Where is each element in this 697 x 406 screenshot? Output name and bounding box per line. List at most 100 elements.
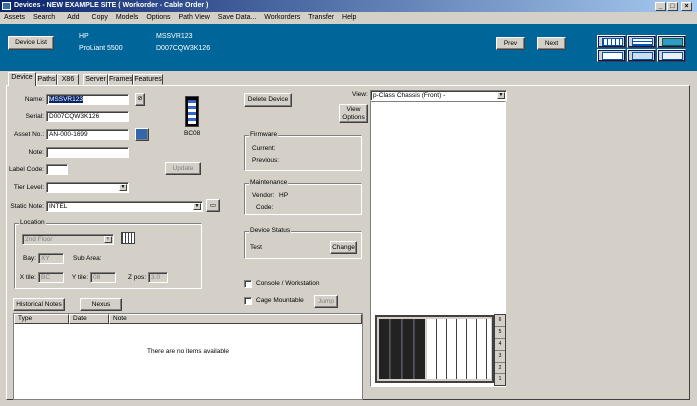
empty-slots[interactable]	[427, 319, 491, 379]
z-pos-input[interactable]: 3.0	[148, 272, 168, 283]
manufacturer-text: HP	[79, 33, 89, 40]
chassis-view	[370, 101, 506, 387]
status-value: Test	[250, 244, 262, 251]
firmware-group: Firmware	[244, 131, 362, 171]
menu-search[interactable]: Search	[33, 14, 55, 21]
chevron-down-icon[interactable]: ▼	[193, 203, 201, 210]
code-label: Code:	[256, 204, 274, 211]
report-icon[interactable]	[657, 49, 686, 62]
view-select[interactable]: p-Class Chassis (Front) - ▼	[370, 90, 507, 101]
y-tile-input[interactable]: 08	[90, 272, 116, 283]
minimize-button[interactable]: _	[655, 2, 666, 11]
static-note-label: Static Note:	[10, 203, 44, 210]
slot-number[interactable]: 5	[495, 327, 505, 339]
menu-transfer[interactable]: Transfer	[308, 14, 334, 21]
note-label: Note:	[28, 149, 44, 156]
label-code-label: Label Code:	[8, 166, 44, 173]
serial-label: Serial:	[25, 113, 44, 120]
bay-input[interactable]: XY	[38, 253, 64, 264]
tab-device[interactable]: Device	[8, 72, 36, 86]
x-tile-input[interactable]: BC	[38, 272, 64, 283]
delete-device-button[interactable]: Delete Device	[244, 93, 292, 107]
tab-paths[interactable]: Paths	[36, 74, 57, 85]
column-type[interactable]: Type	[14, 314, 69, 324]
maximize-button[interactable]: □	[667, 2, 678, 11]
barcode-icon[interactable]	[135, 128, 149, 141]
current-label: Current:	[252, 145, 276, 152]
console-checkbox[interactable]	[244, 280, 252, 288]
view-options-button[interactable]: View Options	[339, 104, 368, 123]
bc-label: BC08	[184, 130, 201, 137]
menu-options[interactable]: Options	[146, 14, 170, 21]
slot-number-column: 6 5 4 3 2 1	[494, 314, 506, 386]
blade-servers[interactable]	[379, 319, 425, 379]
y-tile-label: Y tile:	[71, 274, 88, 281]
menu-help[interactable]: Help	[342, 14, 356, 21]
chassis-frame	[375, 315, 494, 383]
building-icon[interactable]	[657, 35, 686, 48]
chevron-down-icon[interactable]: ▼	[497, 92, 505, 99]
empty-message: There are no items available	[146, 348, 229, 355]
slot-number[interactable]: 4	[495, 339, 505, 351]
jump-button[interactable]: Jump	[314, 295, 338, 308]
prev-button[interactable]: Prev	[496, 37, 525, 50]
attach-icon[interactable]: ⊘	[135, 93, 145, 106]
menu-models[interactable]: Models	[116, 14, 139, 21]
device-status-title: Device Status	[249, 227, 292, 234]
device-list-button[interactable]: Device List	[8, 36, 54, 50]
notes-grid: Type Date Note There are no items availa…	[13, 313, 363, 400]
rack-view-icon[interactable]	[597, 35, 626, 48]
z-pos-label: Z pos:	[127, 274, 146, 281]
vendor-label: Vendor:	[252, 192, 275, 199]
close-button[interactable]: ×	[681, 2, 692, 11]
menu-assets[interactable]: Assets	[4, 14, 25, 21]
tab-frames[interactable]: Frames	[108, 74, 133, 85]
change-button[interactable]: Change	[330, 241, 357, 254]
tab-server[interactable]: Server	[83, 74, 108, 85]
app-icon	[2, 2, 11, 10]
serial-input[interactable]: D007CQW3K126	[46, 111, 129, 122]
chevron-down-icon[interactable]: ▼	[119, 184, 127, 191]
menu-add[interactable]: Add	[67, 14, 79, 21]
menu-copy[interactable]: Copy	[92, 14, 108, 21]
location-title: Location	[19, 219, 46, 226]
tab-features[interactable]: Features	[133, 74, 163, 85]
grid-view-icon[interactable]	[627, 35, 656, 48]
update-button[interactable]: Update	[165, 162, 201, 175]
asset-input[interactable]: AN-000-1699	[46, 129, 129, 140]
menu-bar: Assets Search Add Copy Models Options Pa…	[0, 12, 697, 24]
slot-number[interactable]: 3	[495, 351, 505, 363]
historical-notes-button[interactable]: Historical Notes	[13, 298, 65, 311]
vendor-value: HP	[279, 192, 289, 199]
slot-number[interactable]: 6	[495, 315, 505, 327]
menu-save-data[interactable]: Save Data...	[218, 14, 257, 21]
menu-path-view[interactable]: Path View	[178, 14, 209, 21]
static-note-select[interactable]: INTEL ▼	[46, 201, 203, 212]
name-input[interactable]: MSSVR123	[46, 94, 129, 105]
floor-select[interactable]: 2nd Floor ▼	[22, 234, 114, 245]
cage-label: Cage Mountable	[256, 297, 304, 304]
note-input[interactable]	[46, 147, 129, 158]
window-title: Devices - NEW EXAMPLE SITE ( Workorder -…	[14, 2, 209, 9]
cable-icon[interactable]	[627, 49, 656, 62]
nexus-button[interactable]: Nexus	[80, 298, 122, 311]
title-bar: Devices - NEW EXAMPLE SITE ( Workorder -…	[0, 0, 697, 12]
folder-icon[interactable]: ▭	[206, 199, 220, 212]
menu-workorders[interactable]: Workorders	[264, 14, 300, 21]
cage-checkbox[interactable]	[244, 297, 252, 305]
asset-label: Asset No.:	[14, 131, 44, 138]
slot-number[interactable]: 1	[495, 374, 505, 385]
x-tile-label: X tile:	[19, 274, 36, 281]
tab-x86[interactable]: X86	[57, 74, 79, 85]
label-code-input[interactable]	[46, 164, 68, 175]
tier-select[interactable]: ▼	[46, 182, 129, 193]
device-name-text: MSSVR123	[156, 33, 193, 40]
floor-grid-icon[interactable]	[121, 232, 135, 244]
next-button[interactable]: Next	[537, 37, 566, 50]
chevron-down-icon[interactable]: ▼	[104, 236, 112, 243]
view-label: View:	[352, 91, 368, 98]
column-note[interactable]: Note	[109, 314, 362, 324]
network-icon[interactable]	[597, 49, 626, 62]
slot-number[interactable]: 2	[495, 363, 505, 374]
column-date[interactable]: Date	[69, 314, 109, 324]
